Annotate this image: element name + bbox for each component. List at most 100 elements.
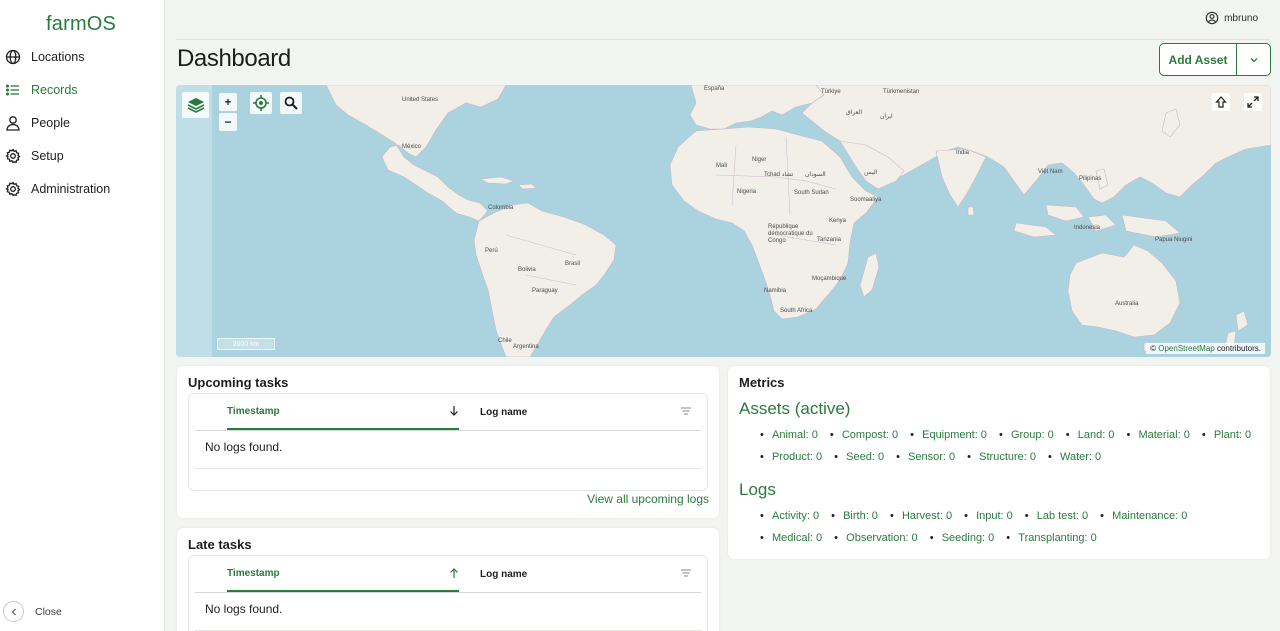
add-asset-button[interactable]: Add Asset [1160, 44, 1237, 75]
close-label: Close [35, 605, 62, 618]
table-header: Timestamp Log name [189, 394, 707, 430]
metric-link[interactable]: Land: 0 [1066, 424, 1115, 446]
map-label: Niger [752, 157, 767, 163]
map-label: India [956, 150, 970, 156]
sidebar-item-setup[interactable]: Setup [0, 139, 164, 172]
sidebar-item-people[interactable]: People [0, 106, 164, 139]
column-header-timestamp[interactable]: Timestamp [227, 394, 459, 430]
layer-switcher-button[interactable] [182, 92, 209, 118]
arrow-up-icon [450, 568, 458, 578]
page-title: Dashboard [177, 45, 291, 72]
map-label: Nigeria [737, 189, 757, 195]
sidebar-item-label: Records [31, 82, 78, 97]
map-label: Paraguay [532, 288, 558, 294]
map-label: ایران [880, 114, 893, 120]
expand-icon [1247, 96, 1259, 108]
metric-link[interactable]: Sensor: 0 [896, 446, 955, 468]
metric-link[interactable]: Structure: 0 [967, 446, 1036, 468]
metrics-card: Metrics Assets (active) Animal: 0 Compost… [728, 366, 1270, 559]
sidebar-item-label: People [31, 115, 70, 130]
add-asset-dropdown-toggle[interactable] [1237, 44, 1270, 75]
sidebar-item-records[interactable]: Records [0, 73, 164, 106]
openstreetmap-link[interactable]: OpenStreetMap [1158, 344, 1214, 353]
layers-icon [187, 98, 204, 113]
metric-link[interactable]: Observation: 0 [834, 527, 918, 549]
map-label: Việt Nam [1038, 169, 1063, 175]
map-label: South Sudan [794, 190, 829, 196]
metric-link[interactable]: Water: 0 [1048, 446, 1101, 468]
asset-metrics-list: Animal: 0 Compost: 0 Equipment: 0 Group: 0 L… [760, 424, 1270, 468]
column-label: Timestamp [227, 405, 280, 417]
metric-link[interactable]: Maintenance: 0 [1100, 505, 1187, 527]
add-asset-split-button: Add Asset [1159, 43, 1271, 76]
row-divider [195, 468, 701, 469]
empty-message: No logs found. [205, 440, 283, 454]
column-header-log-name[interactable]: Log name [480, 556, 527, 592]
metric-link[interactable]: Group: 0 [999, 424, 1054, 446]
dashboard-map[interactable]: + − 2000 km United States México Colombi… [176, 85, 1271, 357]
sidebar-close-button[interactable]: Close [3, 601, 62, 622]
zoom-in-button[interactable]: + [219, 93, 237, 111]
map-label: Kenya [829, 218, 847, 224]
fullscreen-button[interactable] [1244, 93, 1262, 111]
app-logo[interactable]: farmOS [46, 13, 116, 36]
column-menu-icon[interactable] [681, 569, 691, 577]
metric-link[interactable]: Activity: 0 [760, 505, 819, 527]
logs-heading: Logs [739, 480, 776, 499]
sidebar-nav: Locations Records People Setup Administr… [0, 40, 164, 205]
column-menu-icon[interactable] [681, 407, 691, 415]
map-label: العراق [846, 110, 863, 116]
chevron-left-icon [3, 601, 24, 622]
upcoming-tasks-card: Upcoming tasks Timestamp Log name No log… [177, 366, 719, 518]
search-icon [284, 96, 298, 110]
metric-link[interactable]: Animal: 0 [760, 424, 818, 446]
person-icon [5, 115, 21, 131]
geolocate-button[interactable] [250, 92, 272, 114]
map-label: Perú [485, 248, 498, 254]
map-label: Mali [716, 163, 728, 169]
map-label: Colombia [488, 205, 514, 211]
metric-link[interactable]: Equipment: 0 [910, 424, 987, 446]
map-label: Indonesia [1074, 225, 1101, 231]
metric-link[interactable]: Plant: 0 [1202, 424, 1251, 446]
user-name: mbruno [1224, 12, 1258, 24]
attribution-prefix: © [1150, 344, 1157, 353]
metric-link[interactable]: Seed: 0 [834, 446, 884, 468]
sidebar-item-administration[interactable]: Administration [0, 172, 164, 205]
metric-link[interactable]: Product: 0 [760, 446, 822, 468]
upcoming-tasks-table: Timestamp Log name No logs found. [188, 393, 708, 491]
column-header-log-name[interactable]: Log name [480, 394, 527, 430]
map-label: Türkiye [821, 89, 841, 95]
rotate-north-button[interactable] [1212, 93, 1230, 111]
metric-link[interactable]: Transplanting: 0 [1006, 527, 1096, 549]
gear-icon [5, 180, 21, 197]
late-tasks-table: Timestamp Log name No logs found. [188, 555, 708, 631]
map-label: Soomaaliya [850, 197, 882, 203]
metric-link[interactable]: Birth: 0 [831, 505, 878, 527]
view-all-upcoming-logs-link[interactable]: View all upcoming logs [587, 492, 709, 506]
sidebar-item-label: Administration [31, 181, 111, 196]
map-label: South Africa [780, 308, 813, 314]
log-metrics-list: Activity: 0 Birth: 0 Harvest: 0 Input: 0 Lab… [760, 505, 1270, 549]
metric-link[interactable]: Compost: 0 [830, 424, 898, 446]
metric-link[interactable]: Seeding: 0 [930, 527, 995, 549]
metric-link[interactable]: Lab test: 0 [1025, 505, 1088, 527]
map-label: République démocratique du Congo [768, 224, 813, 244]
map-label: السودان [805, 172, 826, 178]
map-label: Chile [498, 338, 512, 344]
zoom-out-button[interactable]: − [219, 113, 237, 131]
sidebar-item-locations[interactable]: Locations [0, 40, 164, 73]
map-label: Türkmenistan [883, 89, 920, 95]
map-scale-line: 2000 km [217, 338, 275, 350]
metric-link[interactable]: Input: 0 [964, 505, 1013, 527]
user-menu[interactable]: mbruno [1205, 11, 1258, 25]
assets-heading: Assets (active) [739, 399, 851, 418]
geocoder-search-button[interactable] [280, 92, 302, 114]
map-label: México [402, 144, 422, 150]
map-label: Moçambique [812, 276, 847, 282]
metric-link[interactable]: Medical: 0 [760, 527, 822, 549]
metric-link[interactable]: Material: 0 [1126, 424, 1189, 446]
arrow-up-icon [1215, 96, 1227, 108]
column-header-timestamp[interactable]: Timestamp [227, 556, 459, 592]
metric-link[interactable]: Harvest: 0 [890, 505, 952, 527]
